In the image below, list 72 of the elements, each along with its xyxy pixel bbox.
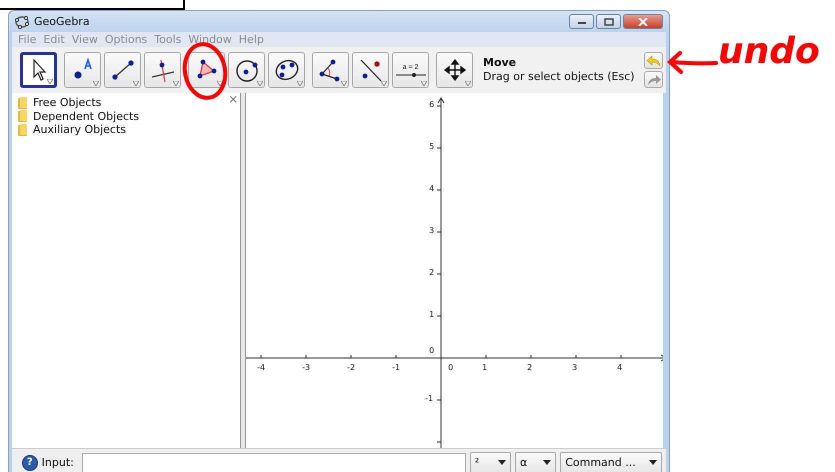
ellipse-icon [274, 57, 300, 83]
symbol-dropdown[interactable]: α [514, 452, 556, 472]
dropdown-triangle-icon [133, 81, 139, 86]
angle-tool-button[interactable] [312, 52, 349, 88]
close-panel-button[interactable]: × [228, 93, 238, 105]
caret-icon [649, 460, 657, 465]
segment-tool-button[interactable] [104, 52, 141, 88]
dropdown-triangle-icon [421, 81, 427, 86]
folder-icon [18, 110, 28, 122]
command-dropdown[interactable]: Command ... [560, 452, 662, 472]
folder-icon [18, 124, 28, 136]
redo-button[interactable] [644, 71, 663, 88]
folder-label[interactable]: Dependent Objects [33, 110, 140, 123]
caret-icon [498, 460, 506, 465]
input-field[interactable] [82, 452, 466, 472]
conic-tool-button[interactable] [268, 52, 305, 88]
dropdown-triangle-icon [381, 81, 387, 86]
redo-icon [646, 74, 660, 86]
input-label: Input: [42, 456, 74, 469]
dropdown-triangle-icon [257, 81, 263, 86]
dropdown-triangle-icon [297, 81, 303, 86]
dropdown-triangle-icon [465, 81, 471, 86]
reflect-tool-button[interactable] [352, 52, 389, 88]
y-axis-label: 2 [429, 268, 434, 278]
annotation-arrow [666, 50, 718, 76]
slider-icon [396, 72, 426, 78]
perpendicular-lines-icon [150, 57, 176, 83]
close-button[interactable] [623, 14, 663, 29]
perpendicular-tool-button[interactable] [144, 52, 181, 88]
y-axis-label: 5 [429, 142, 434, 152]
x-axis-label: 0 [448, 363, 454, 373]
move-arrows-icon [442, 57, 468, 83]
y-axis-label: 3 [429, 226, 434, 236]
point-tool-button[interactable] [64, 52, 101, 88]
move-tool-button[interactable] [20, 52, 57, 88]
tool-name: Move [483, 56, 518, 70]
dropdown-triangle-icon [341, 81, 347, 86]
x-axis-label: 4 [617, 363, 622, 373]
dropdown-triangle-icon [93, 81, 99, 86]
x-axis-label: -2 [347, 363, 356, 373]
y-axis-label: -1 [425, 394, 434, 404]
line-and-point-icon [358, 57, 384, 83]
circle-tool-button[interactable] [228, 52, 265, 88]
folder-icon [18, 96, 28, 109]
y-axis-label: 6 [429, 100, 434, 110]
x-axis-label: -3 [302, 363, 310, 373]
dropdown-triangle-icon [47, 79, 53, 84]
symbol-dropdown[interactable]: ² [470, 452, 511, 472]
maximize-button[interactable] [596, 14, 621, 29]
y-axis-label: 4 [429, 184, 434, 194]
x-axis-label: -1 [392, 363, 400, 373]
move-view-tool-button[interactable] [436, 52, 473, 88]
window-title: GeoGebra [34, 15, 90, 28]
folder-label[interactable]: Free Objects [33, 96, 102, 110]
x-axis-label: -4 [257, 363, 266, 373]
tool-help-text: Drag or select objects (Esc) [483, 70, 635, 84]
x-axis-label: 2 [527, 363, 532, 373]
minimize-button[interactable] [569, 14, 594, 29]
help-button[interactable]: ? [22, 454, 38, 470]
caret-icon [543, 460, 552, 465]
undo-icon [646, 54, 660, 66]
y-axis-label: 0 [429, 346, 434, 356]
y-axis-label: 1 [429, 310, 434, 320]
maximize-icon [604, 18, 614, 26]
dropdown-triangle-icon [217, 81, 223, 86]
handwritten-note: undo [718, 30, 820, 74]
x-axis-label: 1 [482, 363, 488, 373]
dropdown-triangle-icon [173, 81, 179, 86]
close-icon [638, 18, 648, 26]
folder-label[interactable]: Auxiliary Objects [33, 123, 126, 136]
ellipse-logo-icon [15, 14, 29, 28]
x-axis-label: 3 [572, 363, 578, 373]
